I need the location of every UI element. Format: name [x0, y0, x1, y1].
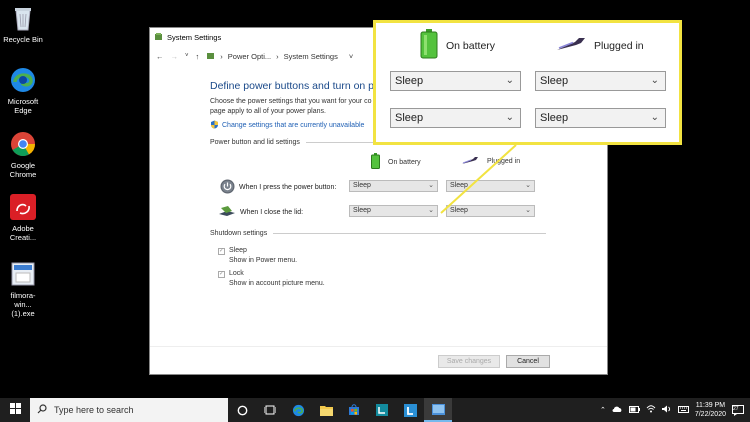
breadcrumb-power-options[interactable]: Power Opti... — [228, 52, 271, 61]
control-panel-taskbar-icon[interactable] — [424, 398, 452, 422]
chevron-down-icon: ⌄ — [650, 112, 659, 123]
desktop-icon-label: Microsoft Edge — [7, 97, 39, 115]
chevron-down-icon: ⌄ — [428, 182, 434, 189]
chevron-down-icon: ⌄ — [505, 112, 514, 123]
chrome-icon — [9, 130, 37, 158]
power-button-on-battery-select[interactable]: Sleep ⌄ — [349, 180, 438, 192]
chevron-down-icon: ⌄ — [525, 182, 531, 189]
power-button-icon — [220, 179, 235, 196]
checkbox-sleep-label: Sleep — [229, 247, 247, 254]
recent-dropdown-icon[interactable]: ˅ — [185, 53, 189, 59]
adobe-cc-icon — [9, 193, 37, 221]
file-explorer-icon[interactable] — [312, 398, 340, 422]
breadcrumb-separator-icon: › — [220, 51, 223, 61]
edge-icon — [9, 66, 37, 94]
breadcrumb-separator-icon: › — [276, 51, 279, 61]
checkbox-lock-box[interactable]: ✓ — [218, 271, 225, 278]
callout-power-button-on-battery-select[interactable]: Sleep ⌄ — [390, 71, 521, 91]
callout-close-lid-on-battery-select[interactable]: Sleep ⌄ — [390, 108, 521, 128]
desktop-icon-label: Recycle Bin — [3, 35, 43, 44]
plug-icon — [556, 37, 586, 54]
chevron-down-icon: ⌄ — [650, 75, 659, 86]
chevron-down-icon: ⌄ — [428, 207, 434, 214]
callout-header-plugged-in: Plugged in — [556, 37, 644, 54]
control-panel-icon — [206, 51, 215, 62]
installer-icon — [9, 260, 37, 288]
window-title: System Settings — [167, 32, 222, 42]
battery-icon — [420, 29, 438, 62]
chevron-down-icon: ⌄ — [525, 207, 531, 214]
uac-shield-icon — [210, 120, 219, 131]
app-teal-icon[interactable] — [368, 398, 396, 422]
checkbox-lock[interactable]: ✓ Lock Show in account picture menu. — [218, 270, 325, 287]
callout-power-button-plugged-in-select[interactable]: Sleep ⌄ — [535, 71, 666, 91]
laptop-lid-icon — [218, 205, 236, 219]
section-shutdown-settings: Shutdown settings — [210, 230, 546, 237]
breadcrumb: › Power Opti... › System Settings ˅ — [206, 51, 353, 62]
windows-logo-icon — [9, 401, 21, 419]
checkbox-sleep-sub: Show in Power menu. — [229, 257, 298, 264]
volume-icon[interactable] — [661, 405, 672, 415]
app-blue-l-icon[interactable] — [396, 398, 424, 422]
desktop-icon-chrome[interactable]: Google Chrome — [2, 130, 44, 179]
save-changes-button[interactable]: Save changes — [438, 355, 500, 368]
desktop-icon-filmora[interactable]: filmora-win... (1).exe — [2, 260, 44, 318]
close-lid-plugged-in-select[interactable]: Sleep ⌄ — [446, 205, 535, 217]
desktop-icon-label: filmora-win... (1).exe — [10, 291, 36, 318]
settings-app-icon — [154, 32, 163, 43]
wifi-icon[interactable] — [646, 405, 656, 415]
clock-time: 11:39 PM — [695, 402, 726, 409]
close-lid-on-battery-select[interactable]: Sleep ⌄ — [349, 205, 438, 217]
battery-tray-icon[interactable] — [628, 405, 640, 415]
cancel-button[interactable]: Cancel — [506, 355, 550, 368]
callout-close-lid-plugged-in-select[interactable]: Sleep ⌄ — [535, 108, 666, 128]
checkbox-sleep-box[interactable]: ✓ — [218, 248, 225, 255]
desktop-icon-adobe[interactable]: Adobe Creati... — [2, 193, 44, 242]
onedrive-cloud-icon[interactable] — [612, 406, 623, 415]
desktop-icon-edge[interactable]: Microsoft Edge — [2, 66, 44, 115]
action-center-icon[interactable]: 27 — [732, 404, 744, 416]
store-icon[interactable] — [340, 398, 368, 422]
column-header-on-battery: On battery — [371, 153, 421, 171]
row-power-button: When I press the power button: — [220, 179, 336, 196]
callout-header-on-battery: On battery — [420, 29, 495, 62]
chevron-up-icon[interactable]: ⌃ — [600, 406, 606, 414]
row-close-lid: When I close the lid: — [218, 205, 303, 219]
forward-arrow-icon[interactable]: → — [171, 52, 179, 61]
up-arrow-icon[interactable]: ↑ — [196, 52, 200, 61]
breadcrumb-dropdown-icon[interactable]: ˅ — [349, 52, 353, 61]
taskbar-clock[interactable]: 11:39 PM 7/22/2020 — [695, 401, 726, 419]
desktop-icon-label: Adobe Creati... — [9, 224, 37, 242]
recycle-bin-icon — [9, 4, 37, 32]
back-arrow-icon[interactable]: ← — [156, 52, 164, 61]
zoom-callout: On battery Plugged in Sleep ⌄ Sleep ⌄ Slee… — [373, 20, 682, 145]
clock-date: 7/22/2020 — [694, 411, 726, 418]
battery-icon — [371, 153, 380, 171]
footer-divider — [150, 346, 607, 347]
power-button-plugged-in-select[interactable]: Sleep ⌄ — [446, 180, 535, 192]
breadcrumb-system-settings[interactable]: System Settings — [284, 52, 338, 61]
desktop-icon-recycle-bin[interactable]: Recycle Bin — [2, 4, 44, 44]
chevron-down-icon: ⌄ — [505, 75, 514, 86]
checkbox-lock-sub: Show in account picture menu. — [229, 280, 325, 287]
plug-icon — [461, 156, 479, 167]
desktop-icon-label: Google Chrome — [9, 161, 37, 179]
system-tray: ⌃ 11:39 PM 7/22/2020 27 — [600, 398, 750, 422]
search-placeholder: Type here to search — [54, 405, 134, 415]
cortana-icon[interactable] — [228, 398, 256, 422]
start-button[interactable] — [0, 398, 30, 422]
search-icon — [37, 404, 47, 416]
keyboard-icon[interactable] — [677, 405, 689, 415]
checkbox-sleep[interactable]: ✓ Sleep Show in Power menu. — [218, 247, 297, 264]
task-view-icon[interactable] — [256, 398, 284, 422]
taskbar-search-box[interactable]: Type here to search — [30, 398, 228, 422]
column-header-plugged-in: Plugged in — [461, 156, 520, 167]
notification-count-badge: 27 — [733, 406, 739, 412]
checkbox-lock-label: Lock — [229, 270, 244, 277]
taskbar: Type here to search ⌃ 11:39 PM 7/22/2020… — [0, 398, 750, 422]
edge-taskbar-icon[interactable] — [284, 398, 312, 422]
